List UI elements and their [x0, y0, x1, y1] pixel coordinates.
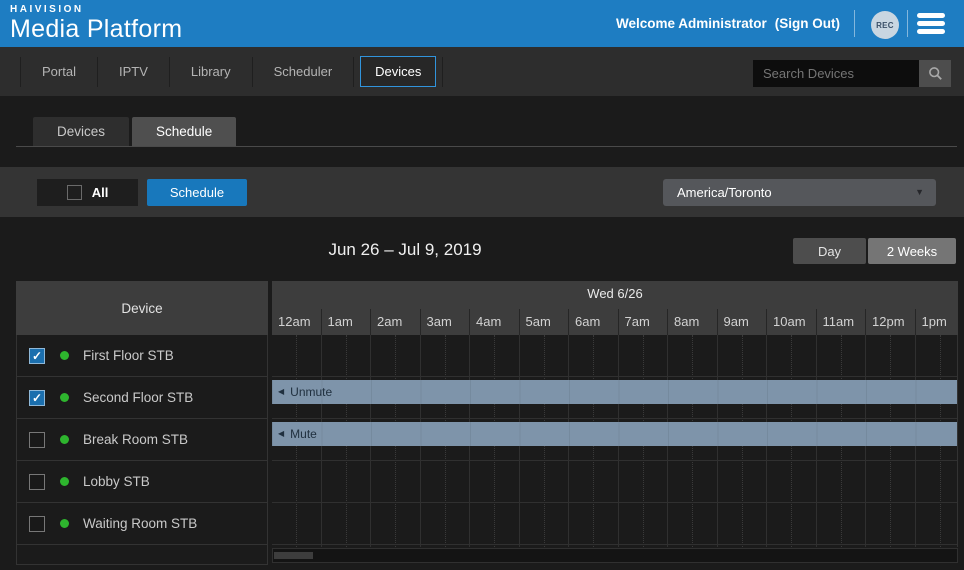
nav-item-devices[interactable]: Devices [360, 56, 436, 87]
timeline-scrollbar-thumb[interactable] [274, 552, 313, 559]
nav-item-scheduler[interactable]: Scheduler [253, 56, 354, 87]
device-row[interactable]: Break Room STB [17, 419, 267, 461]
device-checkbox[interactable] [29, 474, 45, 490]
hour-label: 3am [421, 309, 471, 335]
device-name-label: Lobby STB [83, 474, 150, 489]
range-button-2-weeks[interactable]: 2 Weeks [868, 238, 956, 264]
device-row[interactable]: ✓ Second Floor STB [17, 377, 267, 419]
hour-label: 9am [718, 309, 768, 335]
header-divider [854, 10, 855, 37]
device-checkbox[interactable]: ✓ [29, 348, 45, 364]
device-name-label: First Floor STB [83, 348, 174, 363]
device-row[interactable]: ✓ First Floor STB [17, 335, 267, 377]
hour-label: 2am [371, 309, 421, 335]
search-icon [928, 66, 943, 81]
timeline-row: ◀ Unmute [272, 377, 957, 419]
continues-left-icon: ◀ [278, 430, 284, 438]
device-list: ✓ First Floor STB ✓ Second Floor STB Break R… [16, 335, 268, 565]
hamburger-menu-icon[interactable] [917, 13, 945, 34]
haivision-media-platform-window: HAIVISION Media Platform Welcome Adminis… [0, 0, 964, 570]
event-label: Mute [290, 427, 317, 441]
all-checkbox-box[interactable] [67, 185, 82, 200]
nav-item-portal[interactable]: Portal [21, 56, 97, 87]
welcome-text: Welcome Administrator [616, 16, 767, 31]
tab-devices[interactable]: Devices [33, 117, 129, 146]
event-bar-unmute[interactable]: ◀ Unmute [272, 380, 958, 404]
hour-label: 11am [817, 309, 867, 335]
range-toggle-group: Day2 Weeks [793, 238, 956, 264]
hour-label: 8am [668, 309, 718, 335]
range-button-day[interactable]: Day [793, 238, 866, 264]
device-checkbox[interactable] [29, 432, 45, 448]
hour-label: 1pm [916, 309, 959, 335]
rec-indicator[interactable]: REC [871, 11, 899, 39]
device-row[interactable]: Lobby STB [17, 461, 267, 503]
hour-label: 5am [520, 309, 570, 335]
view-tabs: DevicesSchedule [33, 117, 236, 146]
nav-items: PortalIPTVLibrarySchedulerDevices [20, 47, 443, 96]
hour-labels-row: 12am1am2am3am4am5am6am7am8am9am10am11am1… [272, 309, 958, 335]
schedule-button[interactable]: Schedule [147, 179, 247, 206]
hour-label: 10am [767, 309, 817, 335]
app-header: HAIVISION Media Platform Welcome Adminis… [0, 0, 964, 47]
hour-label: 12pm [866, 309, 916, 335]
brand-top-text: HAIVISION [10, 4, 182, 15]
device-checkbox[interactable] [29, 516, 45, 532]
select-all-checkbox[interactable]: All [37, 179, 138, 206]
nav-item-iptv[interactable]: IPTV [98, 56, 169, 87]
header-divider [907, 10, 908, 37]
brand-logo[interactable]: HAIVISION Media Platform [10, 4, 182, 43]
brand-name-text: Media Platform [10, 15, 182, 43]
status-online-dot [60, 393, 69, 402]
tab-underline [16, 146, 957, 147]
date-range-title: Jun 26 – Jul 9, 2019 [0, 240, 810, 260]
event-bar-mute[interactable]: ◀ Mute [272, 422, 958, 446]
search-input[interactable] [753, 60, 919, 87]
timeline-row [272, 503, 957, 545]
schedule-toolbar: All Schedule America/Toronto ▼ [0, 167, 964, 217]
chevron-down-icon: ▼ [915, 179, 924, 206]
status-online-dot [60, 519, 69, 528]
status-online-dot [60, 351, 69, 360]
device-name-label: Second Floor STB [83, 390, 193, 405]
hour-label: 1am [322, 309, 372, 335]
device-name-label: Break Room STB [83, 432, 188, 447]
timeline-row: ◀ Mute [272, 419, 957, 461]
nav-separator [442, 57, 443, 87]
search-button[interactable] [919, 60, 951, 87]
hour-label: 12am [272, 309, 322, 335]
timezone-selected-value: America/Toronto [677, 185, 772, 200]
device-checkbox[interactable]: ✓ [29, 390, 45, 406]
timezone-dropdown[interactable]: America/Toronto ▼ [663, 179, 936, 206]
nav-item-library[interactable]: Library [170, 56, 252, 87]
status-online-dot [60, 477, 69, 486]
device-row-empty [17, 545, 267, 564]
timeline-row [272, 335, 957, 377]
main-navbar: PortalIPTVLibrarySchedulerDevices [0, 47, 964, 96]
nav-separator [353, 57, 354, 87]
hour-label: 7am [619, 309, 669, 335]
device-name-label: Waiting Room STB [83, 516, 197, 531]
timeline-scrollbar-track[interactable] [272, 548, 958, 563]
timeline-grid: ◀ Unmute ◀ Mute [272, 335, 958, 547]
day-header: Wed 6/26 [272, 286, 958, 301]
device-column-header: Device [16, 281, 268, 335]
status-online-dot [60, 435, 69, 444]
sign-out-link[interactable]: (Sign Out) [775, 16, 840, 31]
all-checkbox-label: All [92, 185, 109, 200]
hour-label: 6am [569, 309, 619, 335]
timeline-header: Wed 6/26 12am1am2am3am4am5am6am7am8am9am… [272, 281, 958, 335]
tab-schedule[interactable]: Schedule [132, 117, 236, 146]
timeline-row [272, 461, 957, 503]
event-label: Unmute [290, 385, 332, 399]
hour-label: 4am [470, 309, 520, 335]
continues-left-icon: ◀ [278, 388, 284, 396]
device-row[interactable]: Waiting Room STB [17, 503, 267, 545]
